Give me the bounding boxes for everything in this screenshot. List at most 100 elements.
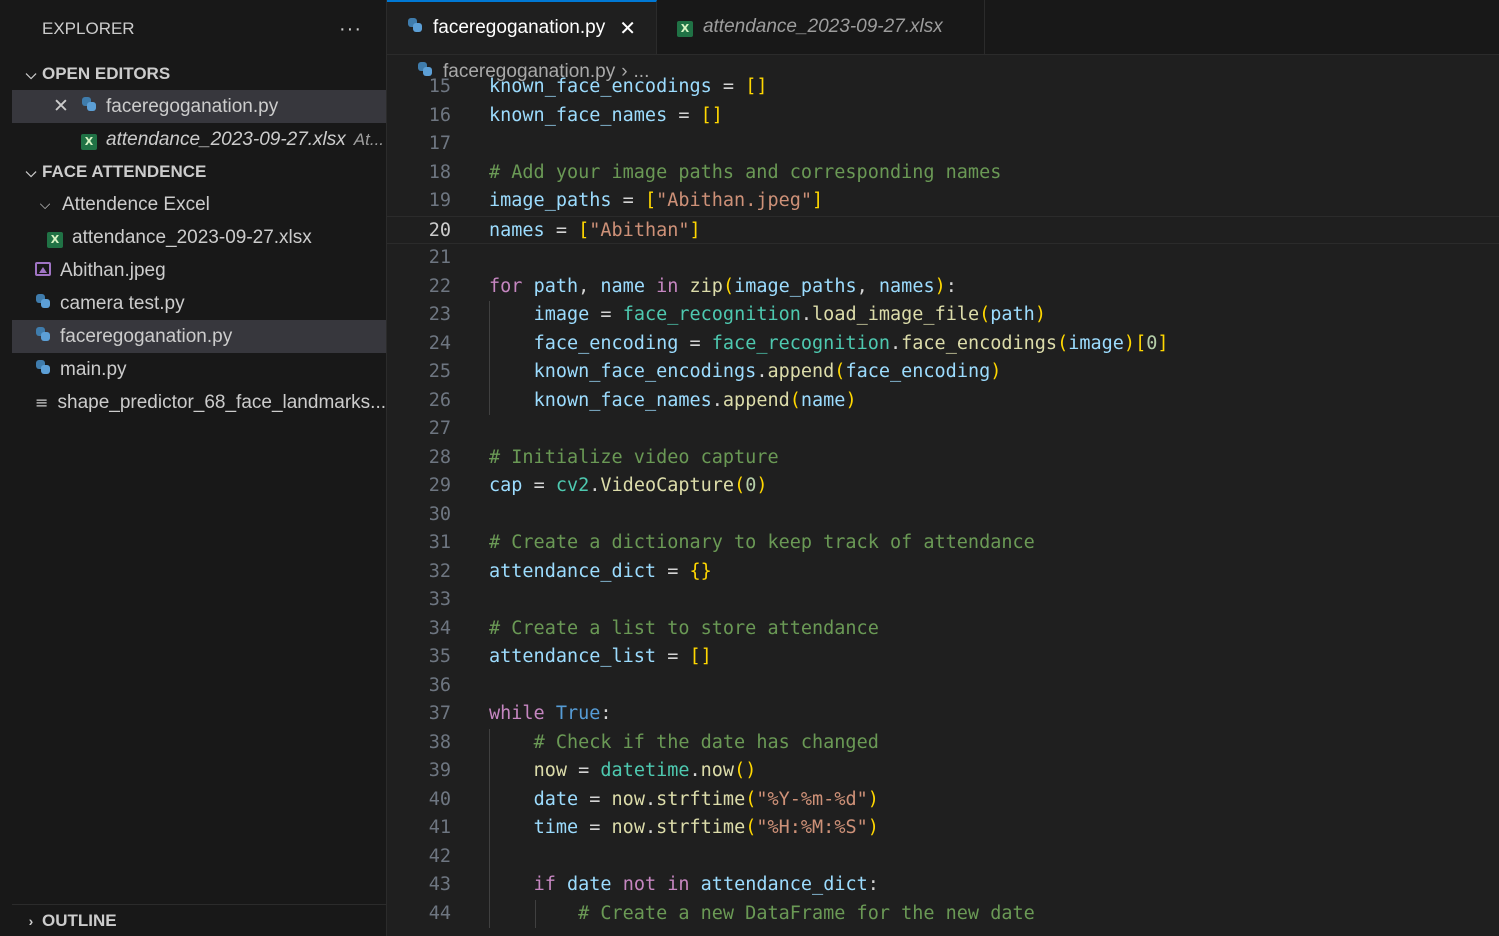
explorer-sidebar: EXPLORER ··· ⌵ OPEN EDITORS ✕ faceregoga… [12,0,387,936]
chevron-down-icon: ⌵ [25,163,37,180]
line-number: 30 [428,503,451,525]
code-text: # Initialize video capture [489,446,779,468]
tab-faceregoganation[interactable]: faceregoganation.py ✕ [387,0,657,54]
line-number: 23 [428,304,451,325]
explorer-title: EXPLORER [42,19,135,38]
line-number: 37 [428,703,451,724]
tab-label: faceregoganation.py [433,17,606,38]
code-line[interactable]: 25 known_face_encodings.append(face_enco… [387,358,1499,386]
folder-item-label: Attendence Excel [62,193,210,215]
excel-file-icon: X [676,16,693,38]
file-item-main[interactable]: main.py [12,353,386,386]
code-line[interactable]: 28 # Initialize video capture [387,444,1499,472]
open-editor-item-faceregoganation[interactable]: ✕ faceregoganation.py [12,90,386,123]
close-icon[interactable]: ✕ [50,95,72,118]
code-line[interactable]: 32 attendance_dict = {} [387,558,1499,586]
code-line[interactable]: 38 # Check if the date has changed [387,729,1499,757]
code-text: # Add your image paths and corresponding… [489,161,1002,183]
code-text: attendance_dict = {} [489,560,712,582]
editor-area: faceregoganation.py ✕ X attendance_2023-… [387,0,1499,936]
line-number: 18 [428,161,451,183]
code-text: # Create a list to store attendance [489,617,879,639]
line-number: 35 [428,646,451,667]
tab-attendance[interactable]: X attendance_2023-09-27.xlsx [657,0,985,54]
chevron-right-icon: › [28,912,34,929]
folder-item-attendence-excel[interactable]: ⌵ Attendence Excel [12,188,386,221]
file-item-label: camera test.py [60,292,185,314]
code-line[interactable]: 37 while True: [387,700,1499,728]
line-number: 33 [428,589,451,610]
code-text: # Check if the date has changed [533,731,879,753]
code-line[interactable]: 24 face_encoding = face_recognition.face… [387,330,1499,358]
line-number: 21 [428,247,451,268]
code-line[interactable]: 26 known_face_names.append(name) [387,387,1499,415]
code-line[interactable]: 34 # Create a list to store attendance [387,615,1499,643]
line-number: 24 [428,332,451,354]
open-editors-label: OPEN EDITORS [42,64,171,83]
open-editors-section[interactable]: ⌵ OPEN EDITORS [12,58,386,90]
code-line[interactable]: 39 now = datetime.now() [387,757,1499,785]
line-number: 17 [428,133,451,154]
open-editor-label: faceregoganation.py [106,95,279,117]
file-item-label: Abithan.jpeg [60,259,166,281]
code-text: # Create a dictionary to keep track of a… [489,532,1035,553]
code-line[interactable]: 30 [387,501,1499,529]
code-line[interactable]: 35 attendance_list = [] [387,643,1499,671]
indent-guide [535,899,536,928]
code-line[interactable]: 17 [387,130,1499,158]
code-text: for path, name in zip(image_paths, names… [489,275,957,297]
code-line[interactable]: 41 time = now.strftime("%H:%M:%S") [387,814,1499,842]
code-line[interactable]: 15 known_face_encodings = [] [387,73,1499,101]
line-number: 26 [428,389,451,411]
line-number: 39 [428,760,451,781]
line-number: 42 [428,845,451,867]
code-line[interactable]: 18 # Add your image paths and correspondi… [387,159,1499,187]
code-line[interactable]: 23 image = face_recognition.load_image_f… [387,301,1499,329]
indent-guide [489,301,490,415]
code-line[interactable]: 27 [387,415,1499,443]
chevron-down-icon: ⌵ [39,196,51,212]
code-line[interactable]: 42 [387,843,1499,871]
code-line[interactable]: 29 cap = cv2.VideoCapture(0) [387,472,1499,500]
file-item-attendance-xlsx[interactable]: X attendance_2023-09-27.xlsx [12,221,386,254]
code-text: # Create a new DataFrame for the new dat… [578,902,1035,924]
tab-label: attendance_2023-09-27.xlsx [702,16,943,37]
line-number: 20 [428,219,451,241]
explorer-header: EXPLORER ··· [12,0,386,58]
code-text: while True: [489,703,612,724]
line-number: 25 [428,361,451,382]
code-line[interactable]: 44 # Create a new DataFrame for the new … [387,900,1499,928]
outline-section[interactable]: › OUTLINE [12,904,386,936]
code-text: time = now.strftime("%H:%M:%S") [533,817,879,838]
code-line[interactable]: 22 for path, name in zip(image_paths, nam… [387,273,1499,301]
text-file-icon: ≡ [35,392,49,412]
code-line[interactable]: 31 # Create a dictionary to keep track of… [387,529,1499,557]
code-line[interactable]: 20 names = ["Abithan"] [387,215,1499,244]
file-item-label: shape_predictor_68_face_landmarks... [57,391,386,413]
code-line[interactable]: 19 image_paths = ["Abithan.jpeg"] [387,187,1499,215]
outline-label: OUTLINE [42,910,117,930]
line-number: 41 [428,817,451,838]
more-actions-icon[interactable]: ··· [339,18,362,41]
code-line[interactable]: 40 date = now.strftime("%Y-%m-%d") [387,786,1499,814]
code-line[interactable]: 16 known_face_names = [] [387,102,1499,130]
code-line[interactable]: 43 if date not in attendance_dict: [387,871,1499,899]
folder-section[interactable]: ⌵ FACE ATTENDENCE [12,156,386,188]
folder-label: FACE ATTENDENCE [42,162,207,181]
code-line[interactable]: 36 [387,672,1499,700]
file-item-faceregoganation[interactable]: faceregoganation.py [12,320,386,353]
chevron-down-icon: ⌵ [25,65,37,82]
open-editor-label: attendance_2023-09-27.xlsx [106,128,346,150]
open-editor-item-attendance[interactable]: X attendance_2023-09-27.xlsx At... [12,123,386,156]
line-number: 22 [428,275,451,297]
code-text: known_face_encodings = [] [489,76,768,97]
close-icon[interactable]: ✕ [619,16,636,41]
file-item-shape-predictor[interactable]: ≡ shape_predictor_68_face_landmarks... [12,386,386,419]
line-number: 34 [428,617,451,639]
file-item-camera-test[interactable]: camera test.py [12,287,386,320]
code-line[interactable]: 33 [387,586,1499,614]
code-text: date = now.strftime("%Y-%m-%d") [533,788,879,810]
line-number: 36 [428,674,451,696]
code-line[interactable]: 21 [387,244,1499,272]
file-item-abithan-jpeg[interactable]: Abithan.jpeg [12,254,386,287]
